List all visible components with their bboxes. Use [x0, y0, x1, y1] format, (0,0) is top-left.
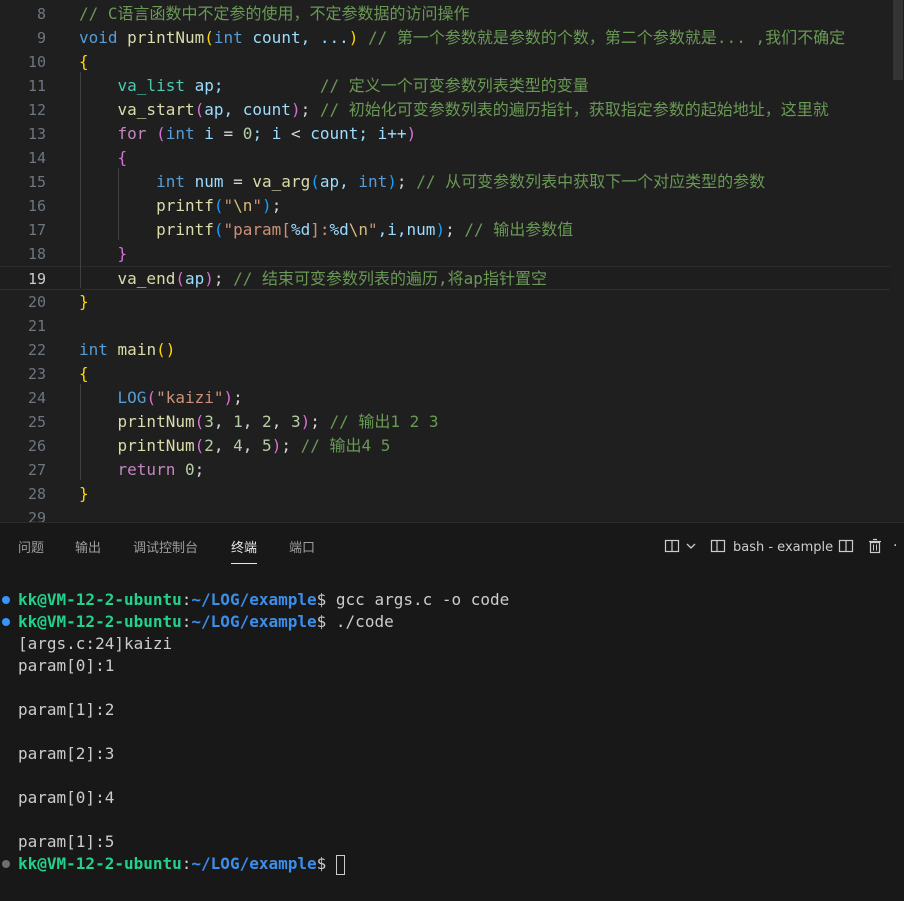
- code-line[interactable]: 13 for (int i = 0; i < count; i++): [0, 122, 904, 146]
- split-layout-icon[interactable]: [664, 538, 680, 554]
- indent-guide: [80, 72, 81, 288]
- code-text: for (int i = 0; i < count; i++): [117, 124, 417, 143]
- line-number: 29: [27, 509, 46, 522]
- code-line[interactable]: 11 va_list ap; // 定义一个可变参数列表类型的变量: [0, 74, 904, 98]
- code-text: void printNum(int count, ...) // 第一个参数就是…: [79, 28, 846, 47]
- panel-tabs: 问题 输出 调试控制台 终端 端口 bash - example ·: [0, 523, 904, 573]
- code-line[interactable]: 24 LOG("kaizi");: [0, 386, 904, 410]
- bottom-panel: 问题 输出 调试控制台 终端 端口 bash - example · kk@VM…: [0, 522, 904, 901]
- line-number: 12: [27, 101, 46, 119]
- code-line[interactable]: 21: [0, 314, 904, 338]
- command-status-dot[interactable]: [2, 618, 10, 626]
- code-text: int num = va_arg(ap, int); // 从可变参数列表中获取…: [156, 172, 766, 191]
- command-status-dot[interactable]: [2, 860, 10, 868]
- more-icon[interactable]: ·: [893, 538, 904, 554]
- code-line[interactable]: 20}: [0, 290, 904, 314]
- line-number: 17: [27, 221, 46, 239]
- tab-output[interactable]: 输出: [75, 537, 101, 556]
- code-text: printNum(2, 4, 5); // 输出4 5: [117, 436, 391, 455]
- code-line[interactable]: 12 va_start(ap, count); // 初始化可变参数列表的遍历指…: [0, 98, 904, 122]
- editor-scrollbar[interactable]: [890, 0, 904, 522]
- trash-icon[interactable]: [867, 538, 883, 554]
- tab-terminal[interactable]: 终端: [231, 537, 258, 564]
- tab-debug-console[interactable]: 调试控制台: [133, 537, 198, 556]
- code-line[interactable]: 26 printNum(2, 4, 5); // 输出4 5: [0, 434, 904, 458]
- line-number: 24: [27, 389, 46, 407]
- line-number: 16: [27, 197, 46, 215]
- code-line[interactable]: 25 printNum(3, 1, 2, 3); // 输出1 2 3: [0, 410, 904, 434]
- line-number: 11: [27, 77, 46, 95]
- code-text: }: [117, 244, 128, 263]
- terminal-output-line: param[1]:2: [18, 700, 115, 719]
- line-number: 13: [27, 125, 46, 143]
- line-number: 15: [27, 173, 46, 191]
- indent-guide: [80, 384, 81, 480]
- line-number: 22: [27, 341, 46, 359]
- indent-guide: [118, 168, 119, 240]
- line-number: 18: [27, 245, 46, 263]
- line-number: 25: [27, 413, 46, 431]
- code-line[interactable]: 10 {: [0, 50, 904, 74]
- code-text: {: [79, 52, 89, 71]
- code-line[interactable]: 17 printf("param[%d]:%d\n",i,num); // 输出…: [0, 218, 904, 242]
- code-line[interactable]: 28}: [0, 482, 904, 506]
- code-line[interactable]: 23 {: [0, 362, 904, 386]
- code-text: int main(): [79, 340, 176, 359]
- line-number: 9: [36, 29, 46, 47]
- line-number: 21: [27, 317, 46, 335]
- code-editor[interactable]: 8 // C语言函数中不定参的使用，不定参数据的访问操作 9 void printNu…: [0, 0, 904, 522]
- split-icon[interactable]: [838, 538, 854, 554]
- line-number: 19: [27, 270, 46, 288]
- code-text: // C语言函数中不定参的使用，不定参数据的访问操作: [79, 4, 470, 23]
- code-text: va_end(ap); // 结束可变参数列表的遍历,将ap指针置空: [117, 269, 547, 288]
- code-line[interactable]: 8 // C语言函数中不定参的使用，不定参数据的访问操作: [0, 2, 904, 26]
- line-number: 27: [27, 461, 46, 479]
- terminal-output-line: param[0]:4: [18, 788, 115, 807]
- code-line[interactable]: 14 {: [0, 146, 904, 170]
- code-line[interactable]: 19 va_end(ap); // 结束可变参数列表的遍历,将ap指针置空: [0, 266, 904, 290]
- chevron-down-icon[interactable]: [683, 538, 699, 554]
- code-line[interactable]: 27 return 0;: [0, 458, 904, 482]
- code-text: {: [79, 364, 89, 383]
- code-text: printf("param[%d]:%d\n",i,num); // 输出参数值: [156, 220, 574, 239]
- line-number: 10: [27, 53, 46, 71]
- terminal-output-line: param[1]:5: [18, 832, 115, 851]
- code-text: printNum(3, 1, 2, 3); // 输出1 2 3: [117, 412, 439, 431]
- code-text: LOG("kaizi");: [117, 388, 243, 407]
- code-text: }: [79, 484, 89, 503]
- terminal-prompt-line: kk@VM-12-2-ubuntu:~/LOG/example$ gcc arg…: [18, 590, 510, 609]
- terminal-instance-label[interactable]: bash - example: [733, 540, 833, 555]
- line-number: 14: [27, 149, 46, 167]
- code-text: {: [117, 148, 128, 167]
- terminal-output-line: param[0]:1: [18, 656, 115, 675]
- code-text: va_start(ap, count); // 初始化可变参数列表的遍历指针，获…: [117, 100, 829, 119]
- code-line[interactable]: 18 }: [0, 242, 904, 266]
- terminal-output-line: param[2]:3: [18, 744, 115, 763]
- code-text: return 0;: [117, 460, 205, 479]
- scrollbar-thumb[interactable]: [893, 0, 903, 80]
- code-line[interactable]: 22 int main(): [0, 338, 904, 362]
- code-line[interactable]: 9 void printNum(int count, ...) // 第一个参数就…: [0, 26, 904, 50]
- code-line[interactable]: 16 printf("\n");: [0, 194, 904, 218]
- terminal-output[interactable]: kk@VM-12-2-ubuntu:~/LOG/example$ gcc arg…: [0, 587, 904, 901]
- line-number: 8: [36, 5, 46, 23]
- command-status-dot[interactable]: [2, 596, 10, 604]
- code-text: va_list ap; // 定义一个可变参数列表类型的变量: [117, 76, 589, 95]
- terminal-icon[interactable]: [710, 538, 726, 554]
- code-text: }: [79, 292, 89, 311]
- line-number: 26: [27, 437, 46, 455]
- line-number: 23: [27, 365, 46, 383]
- terminal-output-line: [args.c:24]kaizi: [18, 634, 173, 653]
- line-number: 20: [27, 293, 46, 311]
- code-text: printf("\n");: [156, 196, 282, 215]
- terminal-prompt-line: kk@VM-12-2-ubuntu:~/LOG/example$ ./code: [18, 612, 394, 631]
- line-number: 28: [27, 485, 46, 503]
- tab-problems[interactable]: 问题: [18, 537, 44, 556]
- code-line[interactable]: 15 int num = va_arg(ap, int); // 从可变参数列表…: [0, 170, 904, 194]
- code-line[interactable]: 29: [0, 506, 904, 522]
- terminal-cursor: [335, 854, 345, 875]
- tab-ports[interactable]: 端口: [289, 537, 315, 556]
- terminal-prompt-line: kk@VM-12-2-ubuntu:~/LOG/example$: [18, 853, 345, 875]
